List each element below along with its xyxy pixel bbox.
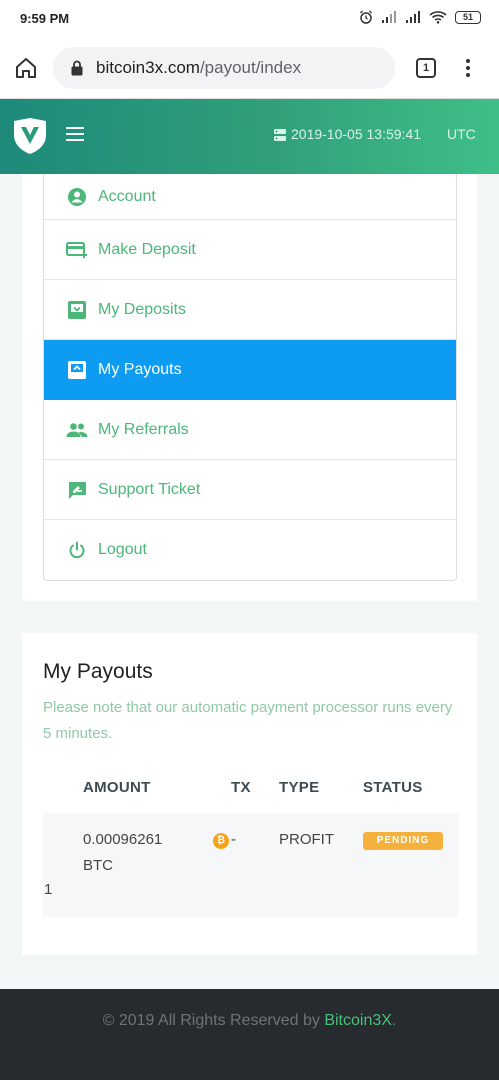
account-menu-card: Account Make Deposit My Deposits My Payo… <box>22 174 477 601</box>
column-header-tx: TX <box>231 779 251 796</box>
date-cell-fragment: )1 <box>43 881 53 898</box>
menu-item-label: Make Deposit <box>98 240 196 258</box>
home-icon[interactable] <box>14 56 38 80</box>
app-header: 2019-10-05 13:59:41 UTC <box>0 99 499 174</box>
menu-item-label: Logout <box>98 541 147 558</box>
credit-card-plus-icon <box>66 239 88 261</box>
timezone-label: UTC <box>447 126 476 142</box>
amount-currency: BTC <box>83 857 113 874</box>
status-icons: 51 <box>359 10 481 24</box>
tab-switcher-button[interactable]: 1 <box>416 58 436 78</box>
browser-toolbar: bitcoin3x.com/payout/index 1 <box>0 38 499 99</box>
payouts-card: My Payouts Please note that our automati… <box>22 633 477 955</box>
inbox-down-icon <box>66 299 88 321</box>
address-bar[interactable]: bitcoin3x.com/payout/index <box>53 47 395 89</box>
tx-value: - <box>231 831 236 848</box>
menu-item-label: Support Ticket <box>98 480 201 498</box>
copyright-prefix: © 2019 All Rights Reserved by <box>102 1012 325 1029</box>
copyright-text: © 2019 All Rights Reserved by Bitcoin3X. <box>0 1012 499 1030</box>
table-row: )1 0.00096261 ₿ BTC - PROFIT PENDING <box>43 813 458 917</box>
signal-icon <box>382 11 396 23</box>
url-domain: bitcoin3x.com <box>96 58 200 77</box>
battery-icon: 51 <box>455 10 481 24</box>
inbox-up-icon <box>66 359 88 381</box>
hamburger-menu-icon[interactable] <box>66 127 84 141</box>
menu-item-label: My Deposits <box>98 300 187 318</box>
menu-item-make-deposit[interactable]: Make Deposit <box>44 220 456 280</box>
amount-value: 0.00096261 <box>83 831 163 848</box>
column-header-status: STATUS <box>363 779 423 796</box>
server-icon <box>274 129 286 141</box>
chat-edit-icon <box>66 479 88 501</box>
copyright-end: . <box>391 1012 397 1029</box>
page-title: My Payouts <box>43 660 153 683</box>
account-circle-icon <box>66 186 88 208</box>
menu-item-label: My Payouts <box>98 360 182 378</box>
menu-item-my-deposits[interactable]: My Deposits <box>44 280 456 340</box>
column-header-type: TYPE <box>279 779 320 796</box>
server-datetime: 2019-10-05 13:59:41 <box>291 126 421 142</box>
footer: © 2019 All Rights Reserved by Bitcoin3X. <box>0 989 499 1080</box>
status-badge: PENDING <box>363 832 443 850</box>
payouts-table[interactable]: AMOUNT TX TYPE STATUS )1 0.00096261 ₿ BT… <box>43 773 458 918</box>
status-bar: 9:59 PM 51 <box>0 0 499 38</box>
url-text[interactable]: bitcoin3x.com/payout/index <box>96 58 301 78</box>
column-header-amount: AMOUNT <box>83 779 151 796</box>
status-time: 9:59 PM <box>20 11 70 26</box>
menu-item-my-referrals[interactable]: My Referrals <box>44 400 456 460</box>
menu-item-my-payouts[interactable]: My Payouts <box>44 340 456 400</box>
menu-item-account[interactable]: Account <box>44 174 456 220</box>
menu-item-label: Account <box>98 187 156 205</box>
brand-logo-icon[interactable] <box>12 117 48 155</box>
signal-icon-2 <box>406 11 420 23</box>
payout-note: Please note that our automatic payment p… <box>43 699 453 742</box>
browser-menu-icon[interactable] <box>466 59 470 77</box>
menu-item-logout[interactable]: Logout <box>44 520 456 580</box>
people-icon <box>66 419 88 441</box>
menu-item-support-ticket[interactable]: Support Ticket <box>44 460 456 520</box>
wifi-icon <box>429 11 447 24</box>
account-menu: Account Make Deposit My Deposits My Payo… <box>43 174 457 581</box>
type-value: PROFIT <box>279 831 334 848</box>
url-path: /payout/index <box>199 58 302 77</box>
brand-link[interactable]: Bitcoin3X <box>324 1012 392 1029</box>
alarm-icon <box>360 10 372 24</box>
lock-icon <box>71 60 83 76</box>
menu-item-label: My Referrals <box>98 420 189 438</box>
power-icon <box>66 539 88 561</box>
bitcoin-icon: ₿ <box>213 833 229 849</box>
